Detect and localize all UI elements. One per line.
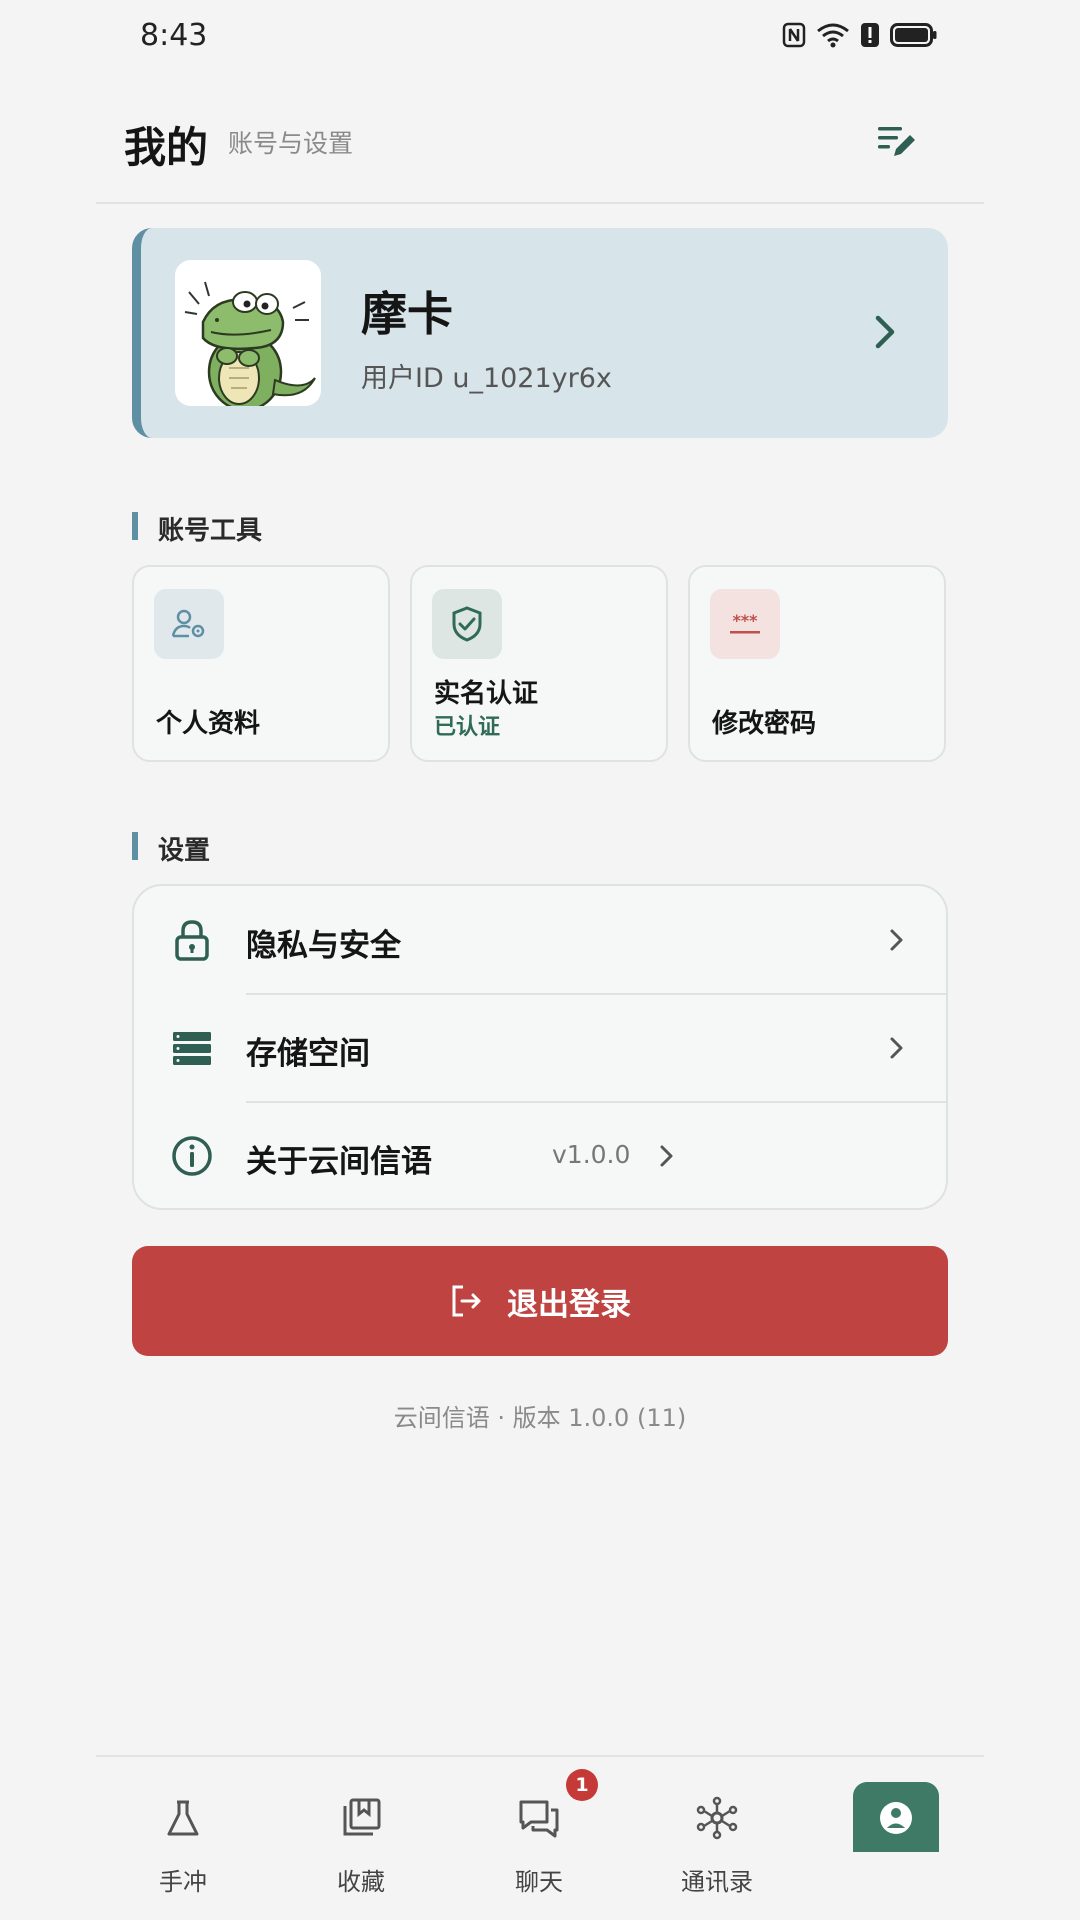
version-footer: 云间信语 · 版本 1.0.0 (11) — [393, 1404, 687, 1432]
flask-icon — [167, 1800, 199, 1836]
tool-card-verification[interactable]: 实名认证 已认证 — [410, 565, 668, 762]
logout-icon — [452, 1285, 481, 1317]
tab-profile-active[interactable] — [853, 1782, 939, 1852]
profile-card[interactable]: 摩卡 用户ID u_1021yr6x — [132, 228, 948, 438]
nfc-icon — [782, 22, 806, 48]
tab-collection[interactable]: 收藏 — [296, 1760, 426, 1910]
tab-label: 收藏 — [337, 1868, 385, 1896]
crocodile-avatar — [175, 260, 321, 406]
lock-icon — [175, 920, 209, 961]
section-label-settings: 设置 — [132, 830, 210, 867]
wifi-icon — [817, 23, 849, 48]
tool-card-profile[interactable]: 个人资料 — [132, 565, 390, 762]
status-bar: 8:43 — [0, 0, 1080, 80]
setting-label-storage: 存储空间 — [246, 1036, 370, 1072]
chevron-right-icon — [660, 1145, 673, 1167]
app-version-value: v1.0.0 — [552, 1140, 631, 1169]
tab-label: 聊天 — [515, 1868, 563, 1896]
setting-row-about[interactable]: 关于云间信语 v1.0.0 — [134, 1102, 946, 1208]
setting-row-privacy[interactable]: 隐私与安全 — [134, 886, 946, 994]
chevron-right-icon[interactable] — [868, 310, 904, 354]
chat-icon — [519, 1800, 559, 1838]
user-settings-icon — [154, 589, 224, 659]
profile-name: 摩卡 — [361, 287, 453, 341]
tool-title-profile: 个人资料 — [156, 709, 261, 739]
contacts-icon — [696, 1796, 738, 1840]
edit-list-icon[interactable] — [872, 116, 920, 164]
page-title: 我的 — [124, 123, 209, 172]
unread-badge: 1 — [566, 1769, 598, 1801]
chevron-right-icon — [890, 929, 903, 951]
tab-bar: 手冲 收藏 聊天 1 通讯录 — [96, 1760, 984, 1920]
battery-icon — [890, 23, 937, 47]
section-label-account-tools: 账号工具 — [132, 510, 262, 547]
status-time: 8:43 — [140, 18, 208, 53]
collection-icon — [343, 1798, 381, 1836]
tab-pour-over[interactable]: 手冲 — [118, 1760, 248, 1910]
shield-check-icon — [432, 589, 502, 659]
avatar[interactable] — [175, 260, 321, 406]
profile-icon — [880, 1802, 912, 1834]
tool-title-verification: 实名认证 — [434, 679, 539, 709]
tab-contacts[interactable]: 通讯录 — [652, 1760, 782, 1910]
password-icon: *** — [710, 589, 780, 659]
tool-title-password: 修改密码 — [712, 709, 817, 739]
page-subtitle: 账号与设置 — [228, 129, 354, 158]
tool-card-password[interactable]: *** 修改密码 — [688, 565, 946, 762]
tab-label: 手冲 — [159, 1868, 207, 1896]
page-header: 我的 账号与设置 — [124, 110, 984, 172]
svg-text:***: *** — [732, 611, 758, 630]
tab-label: 通讯录 — [681, 1868, 753, 1896]
setting-row-storage[interactable]: 存储空间 — [134, 994, 946, 1102]
logout-button[interactable]: 退出登录 — [132, 1246, 948, 1356]
storage-icon — [173, 1032, 211, 1065]
setting-label-about: 关于云间信语 — [246, 1144, 432, 1180]
settings-list: 隐私与安全 存储空间 关于云间信语 v1.0.0 — [132, 884, 948, 1210]
logout-label: 退出登录 — [507, 1286, 631, 1323]
alert-icon — [861, 23, 879, 47]
header-divider — [96, 202, 984, 204]
account-tools-grid: 个人资料 实名认证 已认证 *** 修改密码 — [132, 565, 948, 762]
setting-label-privacy: 隐私与安全 — [246, 928, 401, 964]
status-icons — [782, 22, 938, 48]
tabbar-divider — [96, 1755, 984, 1757]
chevron-right-icon — [890, 1037, 903, 1059]
profile-user-id: 用户ID u_1021yr6x — [361, 363, 612, 394]
info-icon — [172, 1136, 212, 1176]
verification-status: 已认证 — [434, 715, 501, 740]
